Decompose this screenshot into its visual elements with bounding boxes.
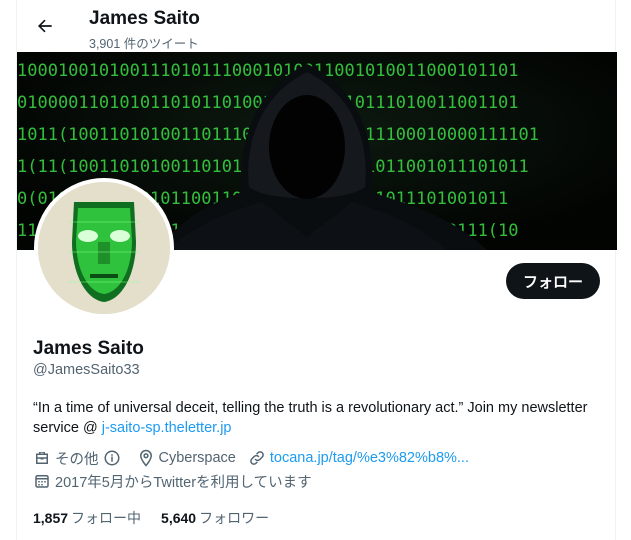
green-mask-image [38,182,170,314]
calendar-icon [33,472,51,490]
back-button[interactable] [27,8,63,44]
location-item: Cyberspace [137,449,236,467]
following-count: 1,857 [33,510,69,526]
follow-button[interactable]: フォロー [506,263,600,299]
category-text: その他 [55,451,99,468]
avatar[interactable] [34,178,174,318]
profile-meta: その他 Cyberspace tocana.jp/tag/%e3%82%b8%.… [33,448,481,468]
location-text: Cyberspace [158,450,236,466]
website-item: tocana.jp/tag/%e3%82%b8%... [248,449,469,467]
profile-handle: @JamesSaito33 [33,362,140,378]
location-pin-icon [137,449,155,467]
profile-name: James Saito [33,338,144,359]
profile-bio: “In a time of universal deceit, telling … [33,398,593,438]
join-date-item: 2017年5月からTwitterを利用しています [33,471,312,492]
briefcase-icon [33,449,51,467]
tweet-count: 3,901 件のツイート [89,37,199,51]
category-item: その他 [33,448,125,469]
follow-stats: 1,857 フォロー中 5,640 フォロワー [33,508,289,528]
join-date-row: 2017年5月からTwitterを利用しています [33,471,324,491]
top-bar: James Saito 3,901 件のツイート [17,0,617,52]
join-date-text: 2017年5月からTwitterを利用しています [55,474,312,491]
page-title: James Saito [89,8,200,29]
website-link[interactable]: tocana.jp/tag/%e3%82%b8%... [270,450,469,466]
banner-digit-row: 1000100101001110101110001010011001010011… [17,61,519,81]
following-label: フォロー中 [71,510,142,526]
following-stat[interactable]: 1,857 フォロー中 [33,508,141,528]
link-icon [248,449,266,467]
followers-stat[interactable]: 5,640 フォロワー [161,508,269,528]
back-arrow-icon [38,19,52,33]
profile-page: James Saito 3,901 件のツイート 100010010100111… [16,0,617,540]
followers-label: フォロワー [199,510,270,526]
info-icon[interactable] [103,449,121,467]
bio-link[interactable]: j-saito-sp.theletter.jp [102,420,232,436]
followers-count: 5,640 [161,510,197,526]
